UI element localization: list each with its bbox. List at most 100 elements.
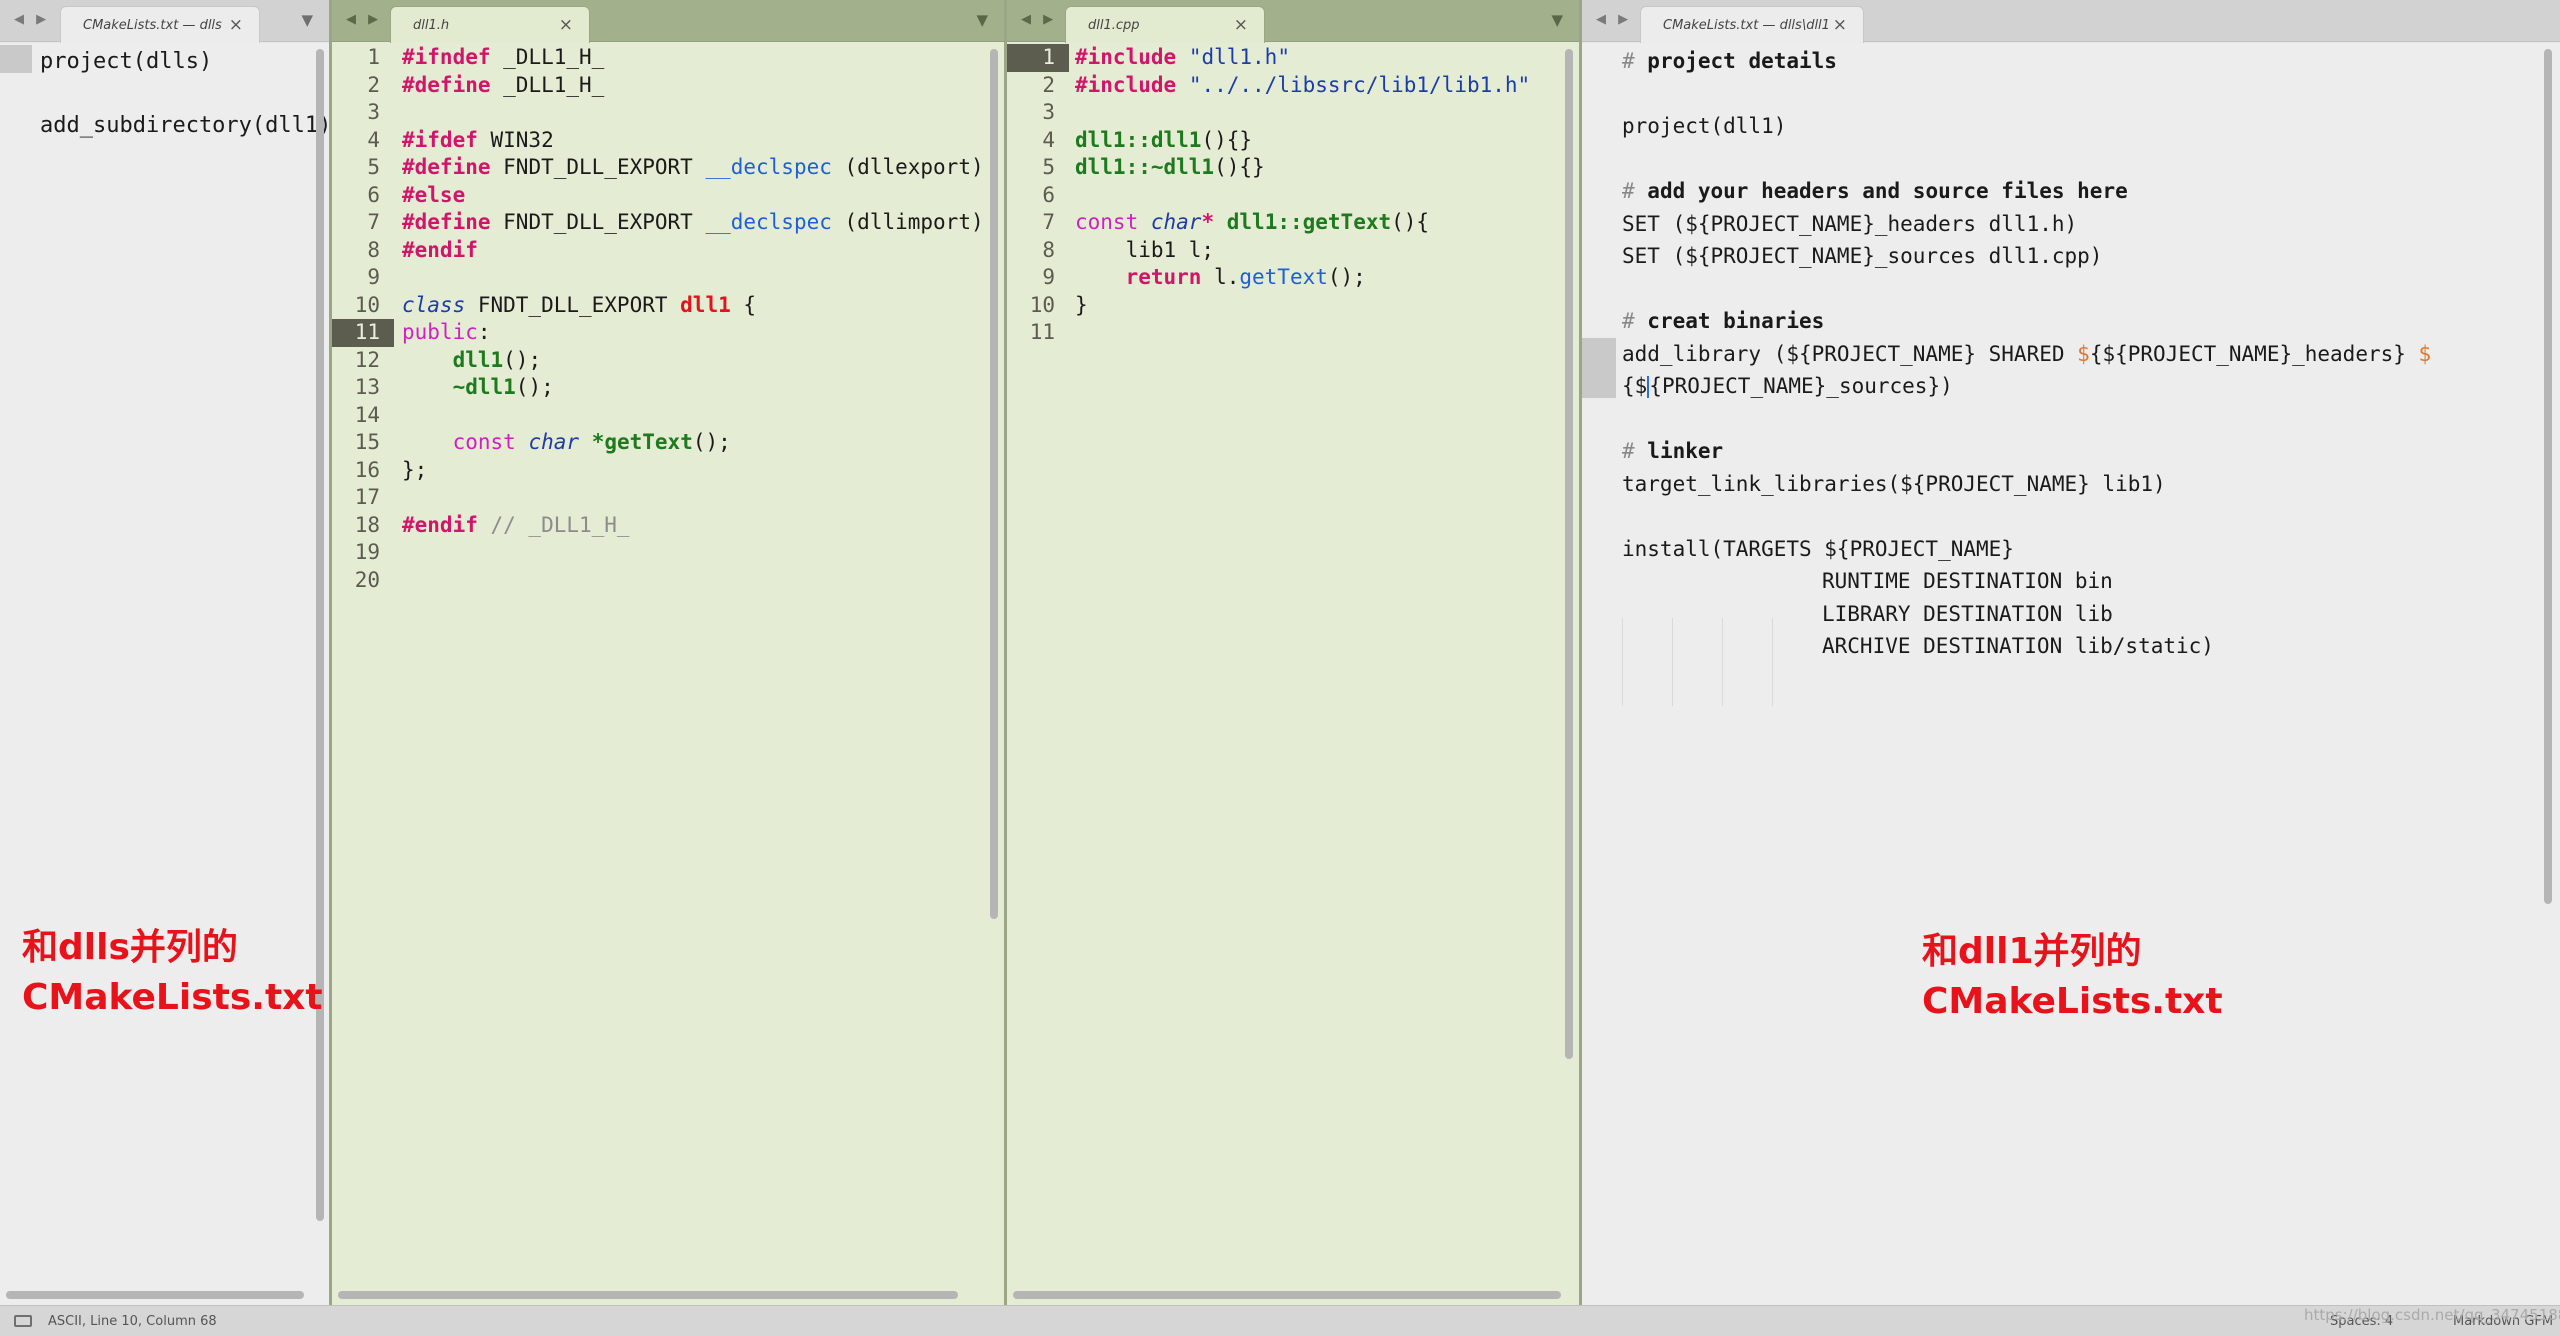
panel-toggle-icon[interactable] [14,1315,32,1327]
line-number: 9 [1042,265,1055,289]
tab-bar: ◀ ▶ CMakeLists.txt — dlls\dll1 × [1582,0,2560,43]
code-token: (){} [1201,127,1253,152]
code-token: } [1075,292,1088,317]
line-number: 17 [354,485,380,509]
code-area[interactable]: project(dlls) add_subdirectory(dll1) [0,46,329,142]
code-token: class [402,292,466,317]
code-comment: # [1622,439,1648,463]
tab-label: dll1.h [413,18,450,33]
tab-cmakelists-dlls[interactable]: CMakeLists.txt — dlls × [60,6,260,43]
code-string: "dll1.h" [1188,45,1290,69]
code-token: #else [402,182,466,207]
code-token: #include [1075,72,1177,97]
editor-body[interactable]: 1 #ifndef _DLL1_H_ 2 #define _DLL1_H_ 3 4 #… [332,43,1004,1305]
code-token: #define [402,72,491,97]
editor-body[interactable]: project(dlls) add_subdirectory(dll1) 和dl… [0,43,329,1305]
code-token: l. [1201,265,1240,289]
code-token: (dllimport) [831,210,984,234]
code-token: public [402,320,478,344]
tab-bar: ◀ ▶ dll1.h × ▼ [332,0,1004,43]
line-number: 9 [367,265,380,289]
nav-arrows-icon[interactable]: ◀ ▶ [1021,12,1057,27]
code-comment: creat binaries [1647,309,1825,333]
horizontal-scrollbar[interactable] [1013,1291,1561,1299]
code-comment: add your headers and source files here [1647,179,2128,203]
nav-arrows-icon[interactable]: ◀ ▶ [346,12,382,27]
annotation-left: 和dlls并列的 CMakeLists.txt [22,923,323,1023]
line-number: 18 [354,512,380,537]
line-number: 6 [1042,182,1055,207]
line-number: 4 [367,127,380,152]
code-comment: # [1622,49,1648,73]
code-token: $ [2418,341,2432,366]
code-token: dll1::dll1 [1075,127,1202,152]
status-bar: ASCII, Line 10, Column 68 Spaces: 4 Mark… [0,1305,2560,1336]
tab-dll1-cpp[interactable]: dll1.cpp × [1065,6,1265,43]
line-number: 20 [354,567,380,592]
code-comment: # [1622,309,1648,333]
annotation-right-line1: 和dll1并列的 [1922,931,2142,972]
code-comment: project details [1647,49,1837,73]
code-token: add_library (${PROJECT_NAME} SHARED [1622,341,2078,366]
line-number: 4 [1042,127,1055,152]
close-icon[interactable]: × [1234,15,1248,35]
code-token: _DLL1_H_ [490,72,605,97]
tab-bar: ◀ ▶ dll1.cpp × ▼ [1007,0,1579,43]
line-number: 7 [1042,210,1055,234]
line-number: 1 [367,45,380,69]
line-number: 7 [367,210,380,234]
code-token: #define [402,155,491,179]
annotation-right-line2: CMakeLists.txt [1922,981,2223,1022]
vertical-scrollbar[interactable] [316,49,324,1221]
code-area[interactable]: # project details project(dll1) # add yo… [1582,45,2560,663]
line-number: 11 [1029,320,1055,344]
code-area[interactable]: 1 #include "dll1.h" 2 #include "../../libs… [1007,44,1579,347]
code-token: #endif [402,512,478,537]
code-token: (dllexport) [831,155,984,179]
code-line: RUNTIME DESTINATION bin [1822,569,2113,593]
tab-dll1-h[interactable]: dll1.h × [390,6,590,43]
status-text: ASCII, Line 10, Column 68 [48,1314,217,1329]
code-area[interactable]: 1 #ifndef _DLL1_H_ 2 #define _DLL1_H_ 3 4 #… [332,44,1004,594]
code-token: FNDT_DLL_EXPORT [490,210,706,234]
tab-cmakelists-dll1[interactable]: CMakeLists.txt — dlls\dll1 × [1640,6,1864,43]
code-token: #include [1075,45,1177,69]
tab-label: CMakeLists.txt — dlls\dll1 [1663,18,1830,33]
chevron-down-icon[interactable]: ▼ [301,11,313,29]
code-token: ~dll1 [452,375,516,399]
code-token: (){} [1214,155,1265,179]
horizontal-scrollbar[interactable] [338,1291,958,1299]
close-icon[interactable]: × [229,15,243,35]
vertical-scrollbar[interactable] [990,49,998,919]
code-comment: // _DLL1_H_ [477,512,630,537]
editor-body[interactable]: 1 #include "dll1.h" 2 #include "../../libs… [1007,43,1579,1305]
close-icon[interactable]: × [559,15,573,35]
code-line: ARCHIVE DESTINATION lib/static) [1822,634,2214,658]
code-comment: linker [1647,439,1724,463]
chevron-down-icon[interactable]: ▼ [1551,11,1563,29]
chevron-down-icon[interactable]: ▼ [976,11,988,29]
line-number: 8 [367,237,380,262]
annotation-left-line2: CMakeLists.txt [22,977,323,1018]
nav-arrows-icon[interactable]: ◀ ▶ [1596,12,1632,27]
nav-arrows-icon[interactable]: ◀ ▶ [14,12,50,27]
horizontal-scrollbar[interactable] [6,1291,304,1299]
close-icon[interactable]: × [1833,15,1847,35]
vertical-scrollbar[interactable] [1565,49,1573,1059]
code-token: (); [692,430,731,454]
vertical-scrollbar[interactable] [2544,49,2552,904]
code-token: lib1 l; [1075,237,1215,262]
editor-body[interactable]: # project details project(dll1) # add yo… [1582,43,2560,1305]
code-token: getText [1239,265,1328,289]
line-number: 5 [1042,155,1055,179]
code-token: return [1125,265,1202,289]
code-token: * [1201,210,1215,234]
code-token: : [477,320,491,344]
line-number: 11 [354,320,380,344]
